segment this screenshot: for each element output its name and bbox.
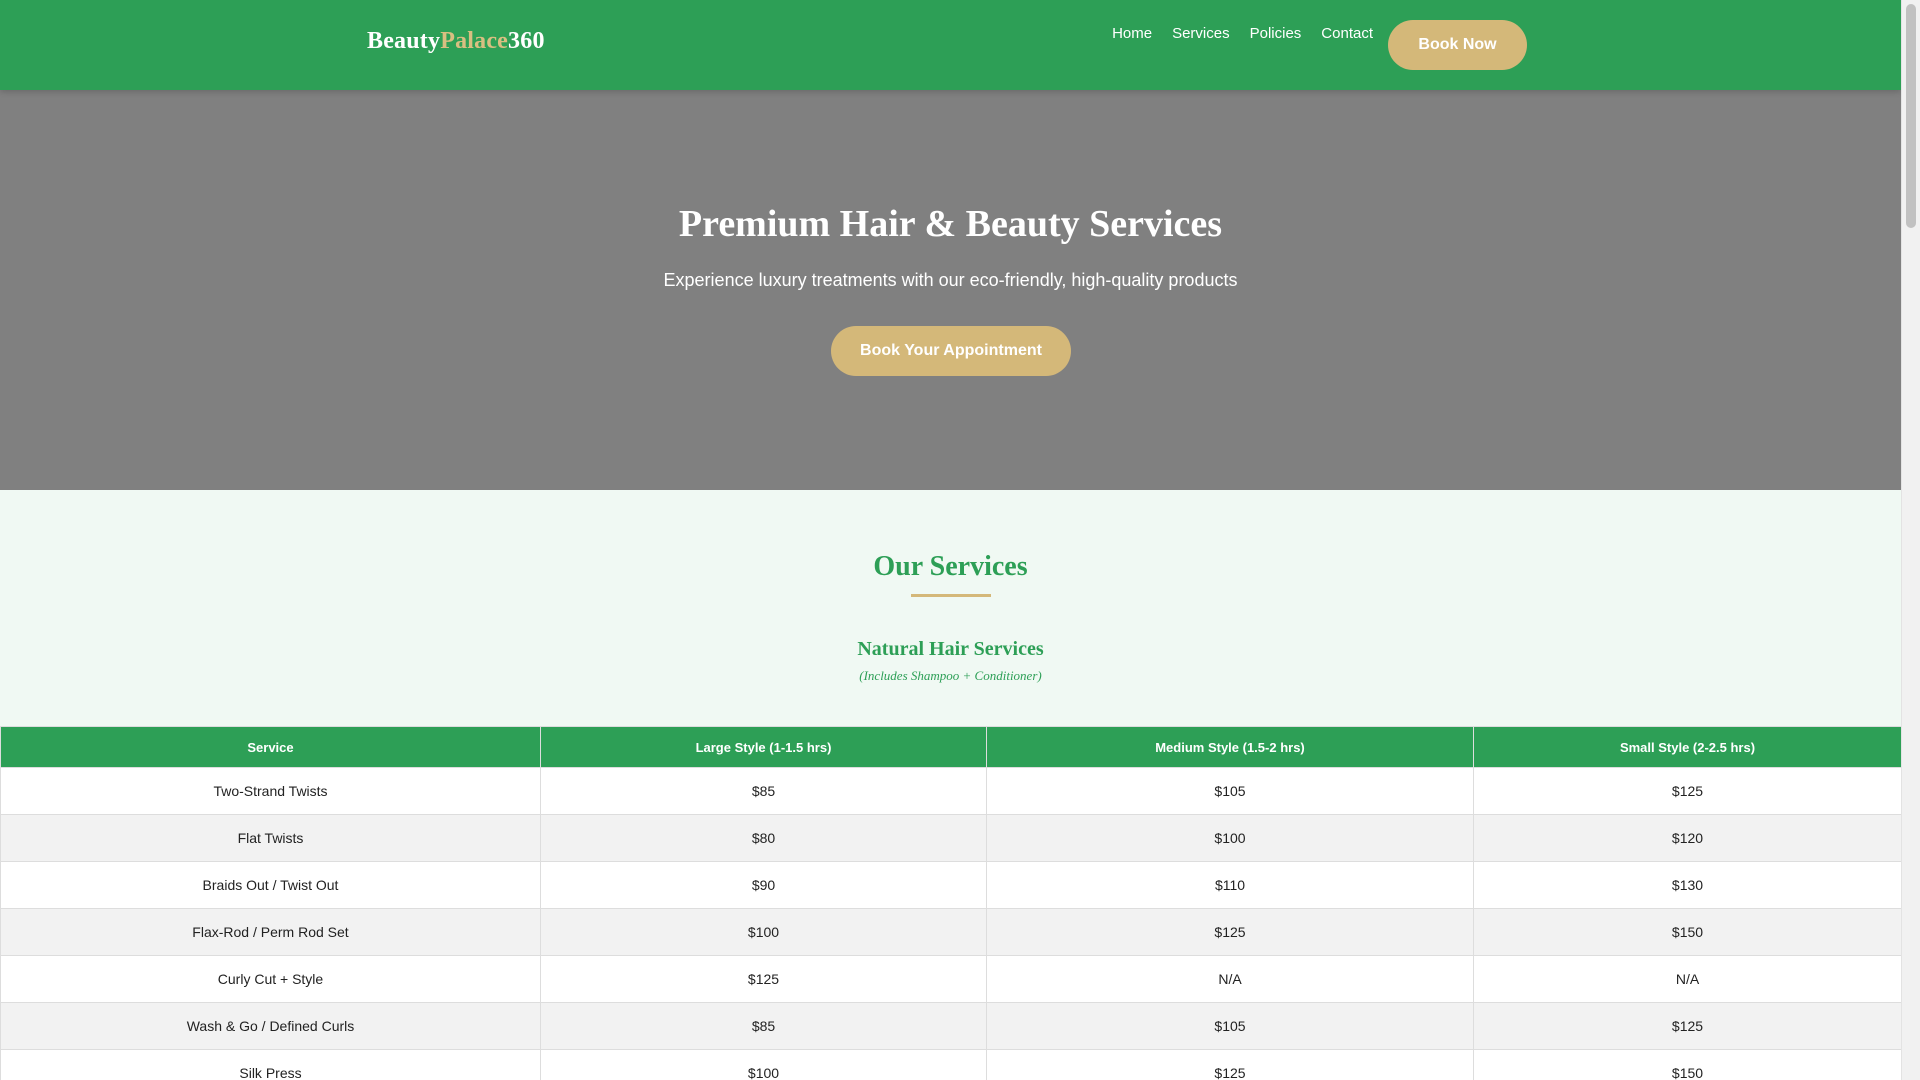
hero-title: Premium Hair & Beauty Services — [678, 203, 1223, 245]
nav-link-contact[interactable]: Contact — [1321, 25, 1373, 42]
price-large: $125 — [540, 955, 987, 1003]
page-content: BeautyPalace360 Home Services Policies C… — [0, 0, 1901, 1080]
price-small: N/A — [1473, 955, 1901, 1003]
column-header-large: Large Style (1-1.5 hrs) — [540, 726, 987, 768]
service-name: Silk Press — [0, 1049, 541, 1080]
column-header-small: Small Style (2-2.5 hrs) — [1473, 726, 1901, 768]
price-large: $100 — [540, 1049, 987, 1080]
nav-link-services[interactable]: Services — [1172, 25, 1230, 42]
table-row: Silk Press $100 $125 $150 — [0, 1049, 1901, 1080]
table-row: Two-Strand Twists $85 $105 $125 — [0, 767, 1901, 815]
services-heading-underline — [911, 594, 991, 597]
service-name: Two-Strand Twists — [0, 767, 541, 815]
services-heading: Our Services — [873, 551, 1028, 582]
page-scrollbar[interactable] — [1901, 0, 1920, 1080]
category-note: (Includes Shampoo + Conditioner) — [859, 668, 1042, 683]
column-header-medium: Medium Style (1.5-2 hrs) — [986, 726, 1474, 768]
hero-subtitle: Experience luxury treatments with our ec… — [663, 270, 1238, 290]
price-small: $150 — [1473, 908, 1901, 956]
price-medium: $105 — [986, 1002, 1474, 1050]
price-medium: N/A — [986, 955, 1474, 1003]
logo-text-palace: Palace — [440, 28, 509, 54]
service-name: Wash & Go / Defined Curls — [0, 1002, 541, 1050]
service-name: Braids Out / Twist Out — [0, 861, 541, 909]
logo-text-360: 360 — [508, 28, 545, 54]
price-table: Service Large Style (1-1.5 hrs) Medium S… — [0, 726, 1901, 1080]
price-medium: $125 — [986, 908, 1474, 956]
category-title: Natural Hair Services — [857, 638, 1044, 660]
table-row: Flax-Rod / Perm Rod Set $100 $125 $150 — [0, 908, 1901, 956]
price-small: $125 — [1473, 1002, 1901, 1050]
price-small: $120 — [1473, 814, 1901, 862]
table-row: Flat Twists $80 $100 $120 — [0, 814, 1901, 862]
table-row: Braids Out / Twist Out $90 $110 $130 — [0, 861, 1901, 909]
book-appointment-button[interactable]: Book Your Appointment — [831, 326, 1071, 376]
page: BeautyPalace360 Home Services Policies C… — [0, 0, 1920, 1080]
price-small: $130 — [1473, 861, 1901, 909]
price-medium: $110 — [986, 861, 1474, 909]
price-medium: $125 — [986, 1049, 1474, 1080]
book-now-button[interactable]: Book Now — [1388, 20, 1527, 70]
price-large: $85 — [540, 767, 987, 815]
scrollbar-thumb[interactable] — [1906, 4, 1916, 228]
price-small: $125 — [1473, 767, 1901, 815]
price-large: $100 — [540, 908, 987, 956]
logo-text-beauty: Beauty — [367, 28, 441, 54]
table-row: Wash & Go / Defined Curls $85 $105 $125 — [0, 1002, 1901, 1050]
hero-section: Premium Hair & Beauty Services Experienc… — [0, 90, 1901, 490]
price-small: $150 — [1473, 1049, 1901, 1080]
price-large: $80 — [540, 814, 987, 862]
main-nav: Home Services Policies Contact — [1112, 25, 1373, 42]
nav-link-home[interactable]: Home — [1112, 25, 1152, 42]
service-name: Flat Twists — [0, 814, 541, 862]
price-medium: $100 — [986, 814, 1474, 862]
site-header: BeautyPalace360 Home Services Policies C… — [0, 0, 1901, 90]
column-header-service: Service — [0, 726, 541, 768]
price-large: $85 — [540, 1002, 987, 1050]
table-row: Curly Cut + Style $125 N/A N/A — [0, 955, 1901, 1003]
service-name: Curly Cut + Style — [0, 955, 541, 1003]
service-name: Flax-Rod / Perm Rod Set — [0, 908, 541, 956]
price-large: $90 — [540, 861, 987, 909]
logo[interactable]: BeautyPalace360 — [367, 28, 545, 55]
table-header-row: Service Large Style (1-1.5 hrs) Medium S… — [0, 726, 1901, 768]
price-medium: $105 — [986, 767, 1474, 815]
nav-link-policies[interactable]: Policies — [1250, 25, 1302, 42]
